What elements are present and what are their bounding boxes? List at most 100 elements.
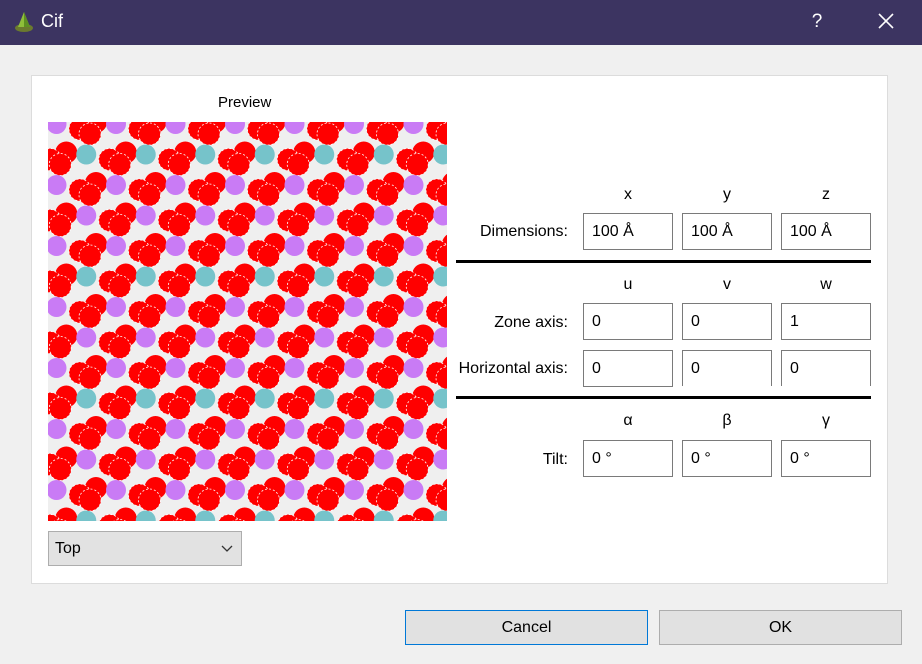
metal-atom <box>195 144 216 165</box>
close-icon <box>878 13 894 29</box>
oxygen-atom <box>138 122 161 146</box>
oxygen-atom <box>167 458 191 481</box>
metal-atom <box>106 480 126 500</box>
oxygen-atom <box>405 214 429 237</box>
metal-atom <box>284 175 305 195</box>
oxygen-atom <box>167 214 191 237</box>
oxygen-atom <box>405 336 429 359</box>
header-beta: β <box>722 412 732 429</box>
zone-axis-u-field[interactable]: 0 <box>583 303 673 340</box>
metal-atom <box>135 266 156 287</box>
oxygen-atom <box>78 122 102 146</box>
oxygen-atom <box>48 153 72 176</box>
oxygen-atom <box>138 183 161 207</box>
oxygen-atom <box>286 458 310 481</box>
oxygen-atom <box>48 336 72 359</box>
close-button[interactable] <box>866 6 906 38</box>
dimension-z-field[interactable]: 100 Å <box>781 213 871 250</box>
oxygen-atom <box>138 305 161 329</box>
metal-atom <box>106 358 126 378</box>
oxygen-atom <box>48 397 72 420</box>
metal-atom <box>403 175 424 195</box>
metal-atom <box>403 419 424 439</box>
structure-preview <box>48 122 447 521</box>
oxygen-atom <box>108 275 132 298</box>
oxygen-atom <box>316 488 340 512</box>
oxygen-atom <box>227 336 251 359</box>
window-title: Cif <box>41 11 63 31</box>
horizontal-axis-v-field[interactable]: 0 <box>682 350 772 386</box>
metal-atom <box>76 327 97 348</box>
metal-atom <box>403 358 424 378</box>
tilt-beta-field[interactable]: 0 ° <box>682 440 772 477</box>
oxygen-atom <box>138 366 161 390</box>
horizontal-axis-label: Horizontal axis: <box>458 360 568 377</box>
header-gamma: γ <box>822 412 830 429</box>
chevron-down-icon <box>221 545 233 552</box>
metal-atom <box>106 236 126 256</box>
oxygen-atom <box>257 366 280 390</box>
help-button[interactable]: ? <box>800 6 834 38</box>
tilt-alpha-field[interactable]: 0 ° <box>583 440 673 477</box>
metal-atom <box>314 144 335 165</box>
metal-atom <box>106 175 126 195</box>
metal-atom <box>76 388 97 409</box>
zone-axis-w-field[interactable]: 1 <box>781 303 871 340</box>
oxygen-atom <box>376 427 399 451</box>
dimension-x-field[interactable]: 100 Å <box>583 213 673 250</box>
ok-button[interactable]: OK <box>659 610 902 645</box>
oxygen-atom <box>316 305 340 329</box>
zone-axis-v-field[interactable]: 0 <box>682 303 772 340</box>
metal-atom <box>254 327 275 348</box>
tilt-gamma-field[interactable]: 0 ° <box>781 440 871 477</box>
oxygen-atom <box>138 244 161 268</box>
oxygen-atom <box>48 275 72 298</box>
metal-atom <box>225 175 245 195</box>
metal-atom <box>373 266 394 287</box>
metal-atom <box>314 205 335 226</box>
metal-atom <box>344 175 364 195</box>
horizontal-axis-w-field[interactable]: 0 <box>781 350 871 386</box>
metal-atom <box>195 449 216 470</box>
oxygen-atom <box>316 183 340 207</box>
oxygen-atom <box>257 122 280 146</box>
metal-atom <box>165 236 186 256</box>
view-select-value: Top <box>55 540 81 557</box>
metal-atom <box>373 144 394 165</box>
oxygen-atom <box>197 427 221 451</box>
oxygen-atom <box>405 275 429 298</box>
metal-atom <box>284 419 305 439</box>
oxygen-atom <box>108 458 132 481</box>
metal-atom <box>344 419 364 439</box>
zone-axis-label: Zone axis: <box>494 314 568 331</box>
tilt-label: Tilt: <box>542 451 568 468</box>
oxygen-atom <box>167 397 191 420</box>
metal-atom <box>344 480 364 500</box>
oxygen-atom <box>376 122 399 146</box>
oxygen-atom <box>405 153 429 176</box>
metal-atom <box>254 449 275 470</box>
metal-atom <box>314 449 335 470</box>
dimension-y-field[interactable]: 100 Å <box>682 213 772 250</box>
header-v: v <box>723 276 731 293</box>
metal-atom <box>165 297 186 317</box>
cancel-button[interactable]: Cancel <box>405 610 648 645</box>
header-z: z <box>822 186 830 203</box>
preview-label: Preview <box>218 94 272 111</box>
view-select[interactable]: Top <box>48 531 242 566</box>
metal-atom <box>284 358 305 378</box>
metal-atom <box>344 236 364 256</box>
metal-atom <box>344 358 364 378</box>
metal-atom <box>76 144 97 165</box>
horizontal-axis-u-field[interactable]: 0 <box>583 350 673 387</box>
oxygen-atom <box>197 305 221 329</box>
title-bar: Cif ? <box>0 0 922 45</box>
header-u: u <box>623 276 633 293</box>
dimensions-label: Dimensions: <box>479 223 568 240</box>
oxygen-atom <box>48 458 72 481</box>
oxygen-atom <box>286 214 310 237</box>
oxygen-atom <box>197 183 221 207</box>
metal-atom <box>76 205 97 226</box>
metal-atom <box>135 327 156 348</box>
metal-atom <box>165 175 186 195</box>
